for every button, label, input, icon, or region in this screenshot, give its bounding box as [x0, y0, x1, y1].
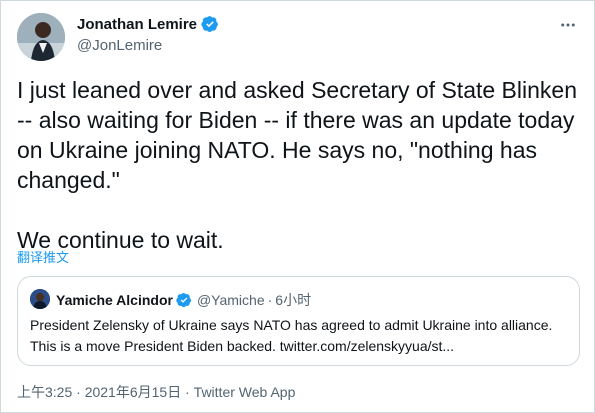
tweet-timestamp: 上午3:25 · 2021年6月15日 · Twitter Web App [17, 382, 295, 402]
quoted-tweet[interactable]: Yamiche Alcindor @Yamiche · 6小时 Presiden… [17, 276, 580, 366]
tweet-card: Jonathan Lemire @JonLemire I just leaned… [0, 0, 595, 413]
quoted-avatar-image-icon [30, 289, 50, 309]
quoted-verified-badge-icon [176, 293, 191, 308]
quoted-display-name[interactable]: Yamiche Alcindor [56, 292, 173, 308]
quoted-handle[interactable]: @Yamiche [197, 292, 265, 308]
translate-tweet-link[interactable]: 翻译推文 [17, 247, 69, 266]
tweet-date[interactable]: 2021年6月15日 [85, 384, 182, 400]
timestamp-dot: · [76, 384, 81, 400]
avatar-image-icon [17, 13, 65, 61]
tweet-time[interactable]: 上午3:25 [17, 384, 72, 400]
timestamp-dot-2: · [185, 384, 190, 400]
tweet-source[interactable]: Twitter Web App [194, 384, 296, 400]
quoted-time[interactable]: 6小时 [275, 290, 311, 310]
quoted-tweet-header: Yamiche Alcindor @Yamiche · 6小时 [56, 290, 311, 310]
author-name-row: Jonathan Lemire [77, 15, 219, 33]
author-display-name[interactable]: Jonathan Lemire [77, 16, 197, 33]
more-options-icon[interactable] [558, 15, 578, 35]
quoted-separator: · [267, 292, 273, 308]
verified-badge-icon [201, 16, 218, 32]
tweet-text: I just leaned over and asked Secretary o… [17, 77, 577, 253]
quoted-tweet-text: President Zelensky of Ukraine says NATO … [30, 317, 553, 354]
author-avatar[interactable] [17, 13, 65, 61]
quoted-author-avatar[interactable] [30, 289, 50, 309]
author-handle[interactable]: @JonLemire [77, 37, 162, 54]
